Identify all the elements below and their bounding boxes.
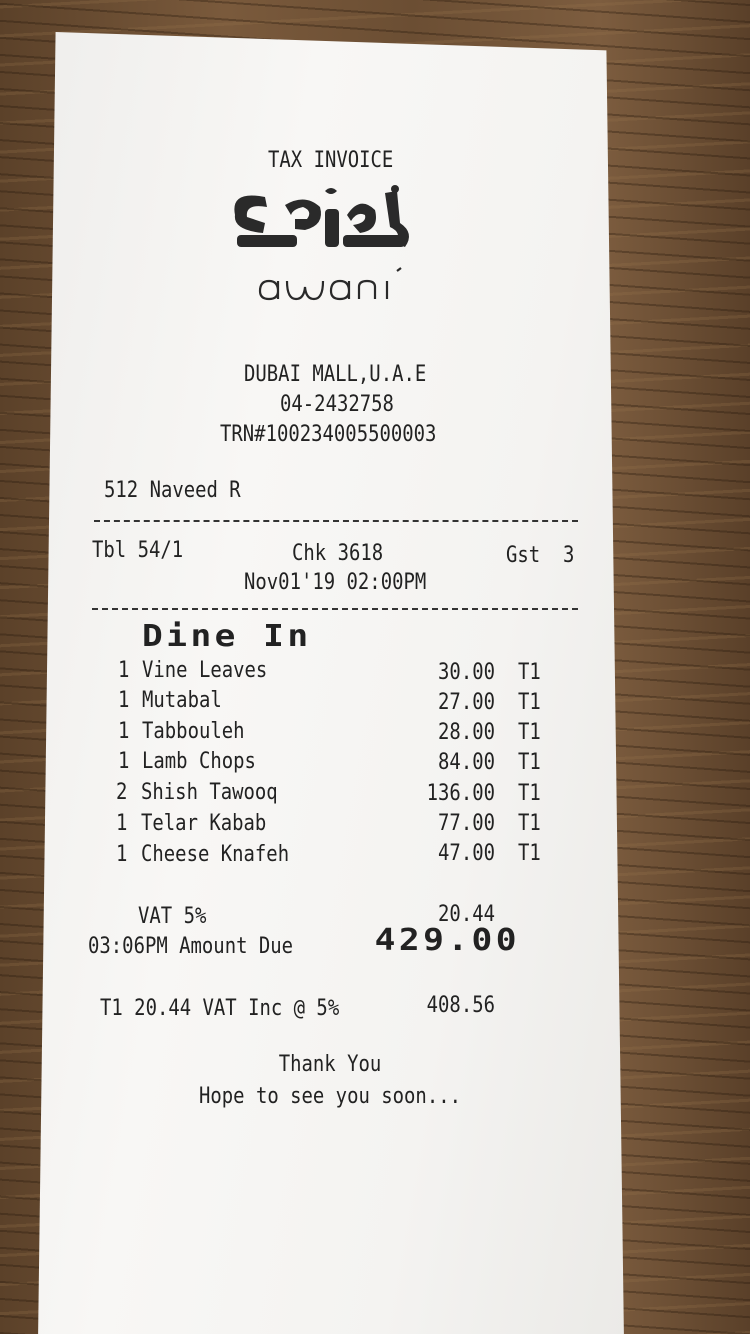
- item-qty: 1: [118, 749, 130, 774]
- item-name: Cheese Knafeh: [141, 842, 290, 867]
- amount-due-value: 429.00: [374, 923, 520, 958]
- check-number: Chk 3618: [292, 541, 384, 566]
- item-qty: 1: [118, 719, 130, 744]
- item-tax-code: T1: [518, 660, 541, 685]
- item-name: Mutabal: [142, 688, 222, 713]
- item-tax-code: T1: [518, 811, 541, 836]
- item-name: Tabbouleh: [142, 719, 245, 744]
- item-tax-code: T1: [518, 781, 541, 806]
- item-price: 84.00: [438, 750, 495, 775]
- vat-label: VAT 5%: [138, 904, 207, 929]
- item-price: 136.00: [426, 781, 495, 806]
- item-price: 77.00: [438, 811, 495, 836]
- item-name: Vine Leaves: [142, 658, 268, 683]
- item-qty: 1: [116, 842, 128, 867]
- item-tax-code: T1: [518, 841, 541, 866]
- item-name: Shish Tawooq: [141, 780, 278, 805]
- item-price: 47.00: [438, 841, 495, 866]
- item-tax-code: T1: [518, 750, 541, 775]
- divider: [94, 520, 578, 522]
- invoice-header: TAX INVOICE: [268, 148, 394, 173]
- thank-you-message: Thank You: [278, 1052, 382, 1077]
- vat-inclusive-label: T1 20.44 VAT Inc @ 5%: [100, 996, 340, 1021]
- item-qty: 1: [118, 688, 130, 713]
- tax-registration-number: TRN#100234005500003: [220, 422, 437, 447]
- order-type: Dine In: [142, 619, 312, 654]
- amount-due-label: 03:06PM Amount Due: [88, 934, 294, 959]
- item-price: 30.00: [438, 660, 495, 685]
- store-location: DUBAI MALL,U.A.E: [244, 362, 427, 387]
- vat-inclusive-value: 408.56: [426, 993, 495, 1018]
- item-qty: 1: [116, 811, 128, 836]
- store-phone: 04-2432758: [280, 392, 394, 417]
- guest-count: Gst 3: [506, 543, 575, 568]
- item-price: 28.00: [438, 720, 495, 745]
- server-name: 512 Naveed R: [104, 478, 241, 503]
- item-price: 27.00: [438, 690, 495, 715]
- farewell-message: Hope to see you soon...: [198, 1084, 461, 1109]
- item-name: Telar Kabab: [141, 811, 267, 836]
- item-tax-code: T1: [518, 690, 541, 715]
- item-qty: 2: [116, 780, 128, 805]
- item-tax-code: T1: [518, 720, 541, 745]
- item-name: Lamb Chops: [142, 749, 256, 774]
- awani-logo: [225, 185, 425, 314]
- divider: [92, 608, 578, 610]
- item-qty: 1: [118, 658, 130, 683]
- table-number: Tbl 54/1: [92, 538, 184, 563]
- order-datetime: Nov01'19 02:00PM: [244, 570, 427, 595]
